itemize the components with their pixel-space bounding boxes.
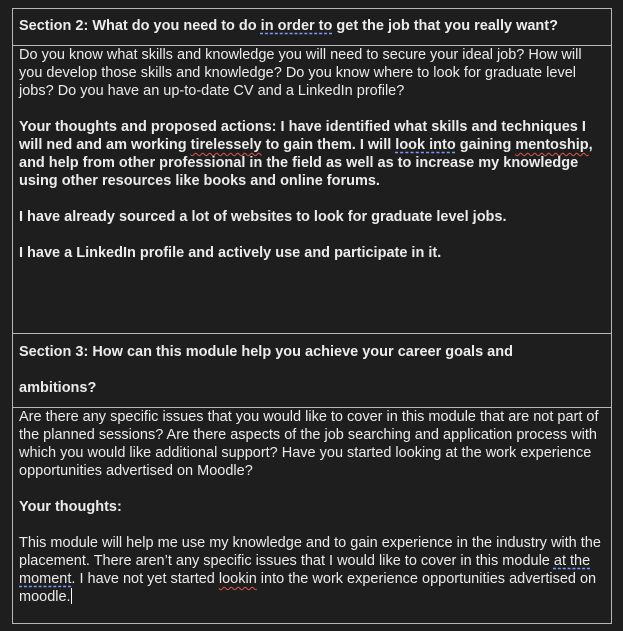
section-2-answer-paragraph: Your thoughts and proposed actions: I ha…	[19, 119, 593, 189]
document-page: Section 2: What do you need to do in ord…	[0, 0, 623, 631]
spelling-error[interactable]: mentoship	[515, 137, 588, 153]
section-2-answer-jobs: I have already sourced a lot of websites…	[19, 209, 507, 225]
grammar-suggestion[interactable]: in order to	[261, 18, 333, 34]
text-cursor	[70, 588, 72, 604]
section-3-prompt: Are there any specific issues that you w…	[19, 409, 599, 479]
section-3-answer-cell[interactable]: Are there any specific issues that you w…	[13, 407, 611, 624]
section-2-table: Section 2: What do you need to do in ord…	[12, 8, 612, 334]
section-3-heading[interactable]: Section 3: How can this module help you …	[13, 334, 611, 407]
section-3-table: Section 3: How can this module help you …	[12, 334, 612, 624]
section-2-prompt: Do you know what skills and knowledge yo…	[19, 47, 582, 99]
spelling-error[interactable]: tirelessely	[191, 137, 262, 153]
section-3-heading-line: Section 3: How can this module help you …	[19, 344, 513, 360]
section-2-answer-linkedin: I have a LinkedIn profile and actively u…	[19, 245, 442, 261]
section-2-heading-text: get the job that you really want?	[332, 18, 558, 34]
spelling-error[interactable]: lookin	[219, 571, 257, 587]
section-2-heading[interactable]: Section 2: What do you need to do in ord…	[13, 9, 611, 45]
section-3-answer-paragraph: This module will help me use my knowledg…	[19, 535, 601, 605]
section-3-thoughts-label: Your thoughts:	[19, 499, 122, 515]
section-2-heading-text: Section 2: What do you need to do	[19, 18, 261, 34]
section-3-heading-line: ambitions?	[19, 380, 97, 396]
grammar-suggestion[interactable]: look into	[395, 137, 455, 153]
section-2-answer-cell[interactable]: Do you know what skills and knowledge yo…	[13, 45, 611, 333]
